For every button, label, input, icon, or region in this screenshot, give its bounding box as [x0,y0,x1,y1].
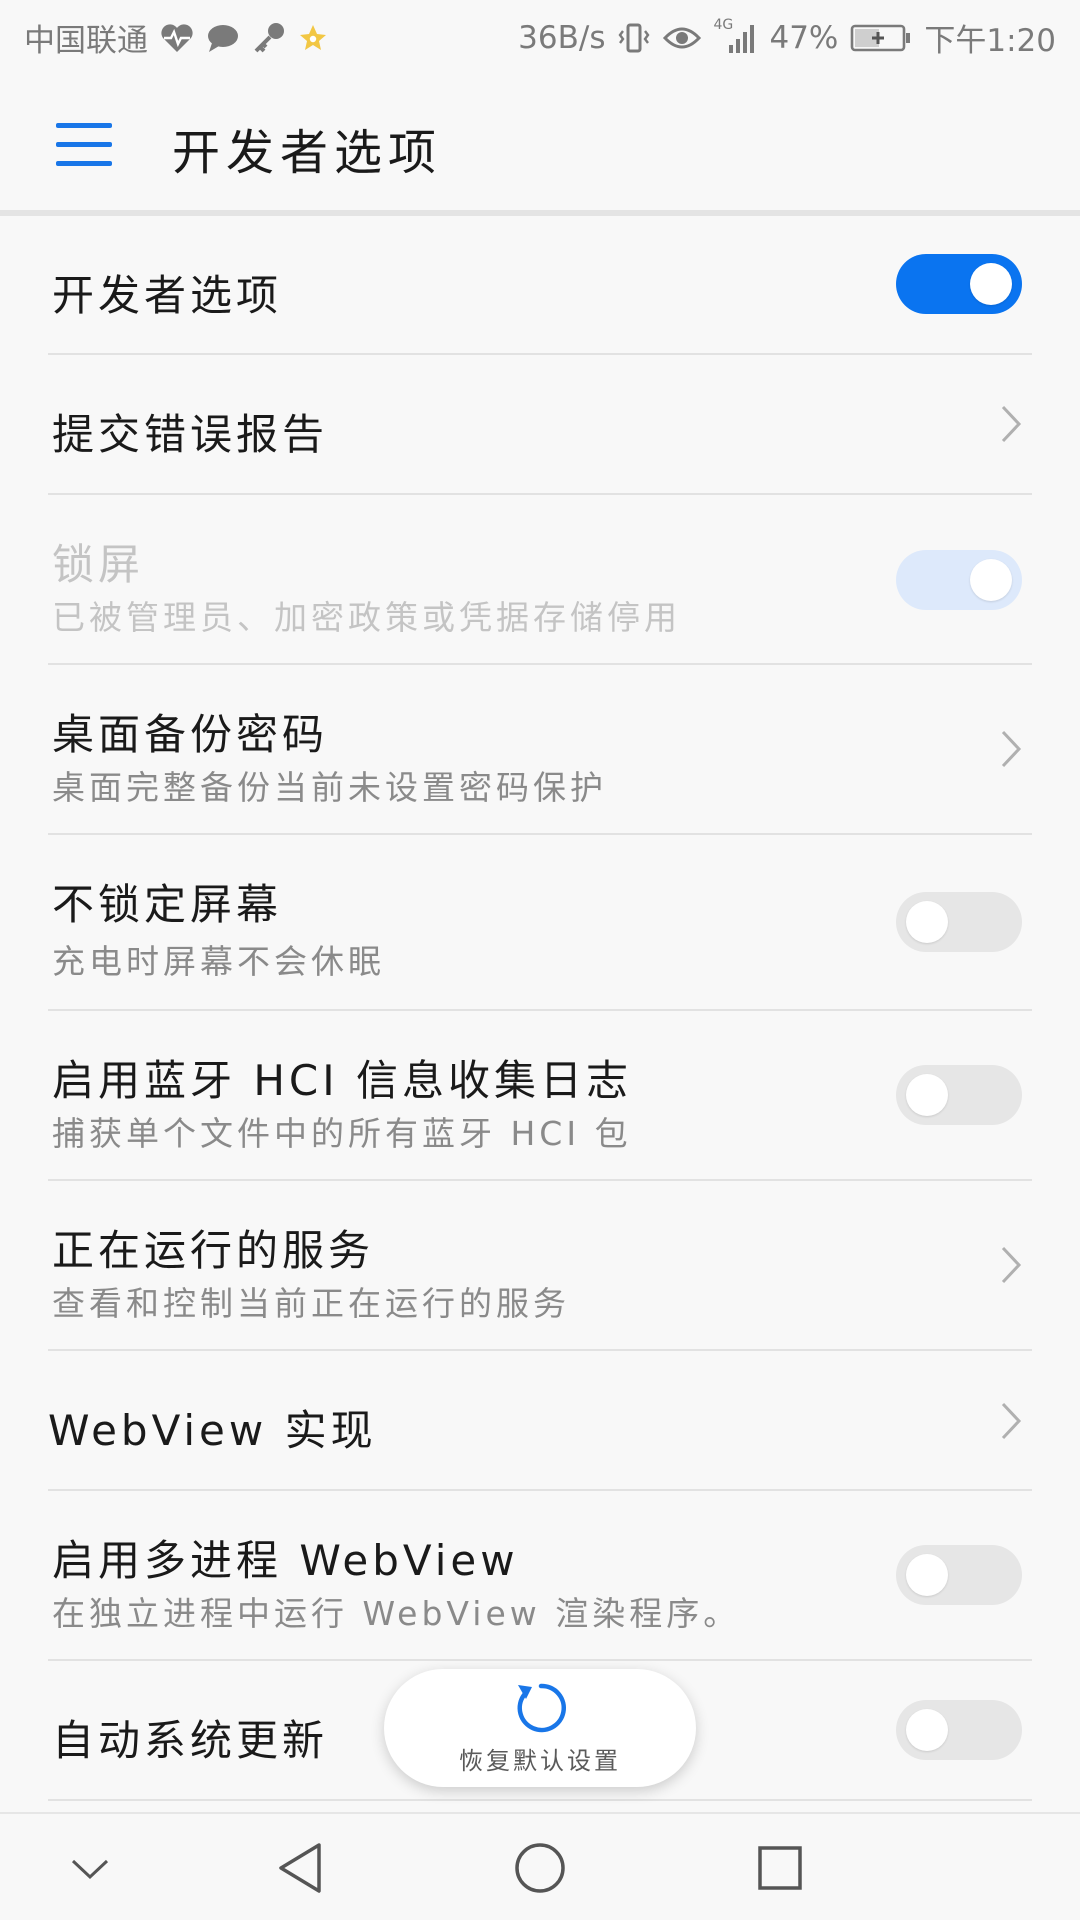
settings-list: 开发者选项 提交错误报告 锁屏 已被管理员、加密政策或凭据存储停用 桌面备份密码… [0,216,1080,1801]
chevron-right-icon [998,1401,1024,1441]
multiprocess-webview-row[interactable]: 启用多进程 WebView 在独立进程中运行 WebView 渲染程序。 [0,1491,1080,1661]
clock-time: 下午1:20 [924,23,1056,59]
battery-percent: 47% [769,19,839,56]
status-left: 中国联通 [24,15,328,60]
switch-knob [906,1074,948,1116]
switch-knob [906,901,948,943]
app-header: 开发者选项 [0,75,1080,210]
row-subtitle: 充电时屏幕不会休眠 [52,942,385,981]
carrier-name: 中国联通 [24,23,148,59]
developer-options-toggle-row[interactable]: 开发者选项 [0,216,1080,355]
row-subtitle: 查看和控制当前正在运行的服务 [52,1284,570,1323]
refresh-icon [510,1677,572,1739]
bluetooth-hci-log-switch[interactable] [896,1065,1022,1125]
row-title: 桌面备份密码 [52,710,329,759]
recents-icon[interactable] [748,1836,812,1900]
row-title: 自动系统更新 [52,1716,329,1765]
row-title: WebView 实现 [48,1406,377,1455]
chevron-right-icon [998,729,1024,769]
switch-knob [970,559,1012,601]
webview-implementation-row[interactable]: WebView 实现 [0,1351,1080,1491]
battery-charging-icon [850,18,912,58]
stay-awake-row[interactable]: 不锁定屏幕 充电时屏幕不会休眠 [0,835,1080,1011]
row-title: 启用蓝牙 HCI 信息收集日志 [52,1056,632,1105]
navigation-bar [0,1812,1080,1920]
developer-options-screen: 中国联通 36B/s 4G 47% 下午1:20 开发者选项 开发者选项 提交错… [0,0,1080,1920]
lock-screen-switch [896,550,1022,610]
network-type: 4G [713,16,734,33]
row-subtitle: 在独立进程中运行 WebView 渲染程序。 [52,1594,741,1633]
chat-bubble-icon [206,18,240,58]
auto-system-update-switch[interactable] [896,1700,1022,1760]
running-services-row[interactable]: 正在运行的服务 查看和控制当前正在运行的服务 [0,1181,1080,1351]
multiprocess-webview-switch[interactable] [896,1545,1022,1605]
page-title: 开发者选项 [172,125,443,181]
status-bar: 中国联通 36B/s 4G 47% 下午1:20 [0,0,1080,75]
bluetooth-hci-log-row[interactable]: 启用蓝牙 HCI 信息收集日志 捕获单个文件中的所有蓝牙 HCI 包 [0,1011,1080,1181]
back-icon[interactable] [268,1836,332,1900]
row-subtitle: 已被管理员、加密政策或凭据存储停用 [52,598,681,637]
signal-icon: 4G [713,18,757,58]
row-title: 启用多进程 WebView [52,1536,519,1585]
divider [48,1799,1032,1801]
switch-knob [970,263,1012,305]
collapse-icon[interactable] [58,1836,122,1900]
row-subtitle: 桌面完整备份当前未设置密码保护 [52,768,607,807]
chevron-right-icon [998,1245,1024,1285]
key-icon [252,18,286,58]
status-right: 36B/s 4G 47% 下午1:20 [518,15,1056,60]
net-speed: 36B/s [518,19,606,56]
row-title: 不锁定屏幕 [52,880,283,929]
hamburger-menu-icon[interactable] [56,123,112,166]
stay-awake-switch[interactable] [896,892,1022,952]
row-title: 正在运行的服务 [52,1226,375,1275]
home-icon[interactable] [508,1836,572,1900]
row-title: 提交错误报告 [52,410,329,459]
eye-icon [663,18,702,58]
switch-knob [906,1709,948,1751]
desktop-backup-password-row[interactable]: 桌面备份密码 桌面完整备份当前未设置密码保护 [0,665,1080,835]
heartbeat-icon [160,18,194,58]
vibrate-icon [617,18,651,58]
row-title: 锁屏 [52,540,145,589]
chevron-right-icon [998,404,1024,444]
developer-options-switch[interactable] [896,254,1022,314]
reset-defaults-label: 恢复默认设置 [459,1747,621,1775]
star-icon [298,18,328,58]
row-subtitle: 捕获单个文件中的所有蓝牙 HCI 包 [52,1114,632,1153]
lock-screen-row: 锁屏 已被管理员、加密政策或凭据存储停用 [0,495,1080,665]
bug-report-row[interactable]: 提交错误报告 [0,355,1080,495]
switch-knob [906,1554,948,1596]
row-title: 开发者选项 [52,271,283,320]
reset-defaults-button[interactable]: 恢复默认设置 [384,1669,696,1787]
